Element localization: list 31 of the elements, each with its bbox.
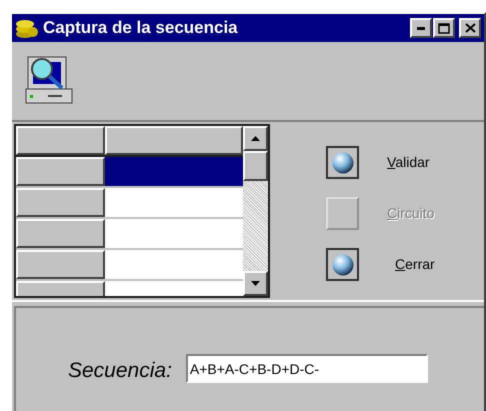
scroll-down-button[interactable] [243,271,268,296]
option-button[interactable] [326,146,359,179]
grid-row[interactable] [16,188,243,219]
down-arrow-icon [251,281,260,286]
grid-row[interactable] [16,250,243,281]
scroll-up-button[interactable] [243,126,268,151]
maximize-button[interactable] [433,18,455,38]
sequence-field[interactable]: A+B+A-C+B-D+D-C- [186,354,428,383]
window-title: Captura de la secuencia [43,17,239,40]
button-label: Validar [387,153,430,172]
up-arrow-icon [251,136,260,141]
scrollbar[interactable] [243,126,268,296]
grid-row[interactable] [16,157,243,188]
button-label: Circuito [387,204,434,223]
scroll-thumb[interactable] [243,151,268,181]
sequence-label: Secuencia: [68,358,172,384]
coins-icon [15,17,39,39]
row-header[interactable] [16,219,105,248]
row-header[interactable] [16,250,105,279]
sphere-icon [332,254,354,276]
close-icon [464,23,476,33]
grid-row[interactable] [16,219,243,250]
row-header[interactable] [16,188,105,217]
sphere-icon [332,152,354,174]
row-header[interactable] [16,157,105,186]
option-button[interactable] [326,248,359,281]
minimize-icon [417,26,425,30]
close-button[interactable] [459,18,481,38]
button-label: Cerrar [395,255,435,274]
maximize-icon [438,22,450,34]
minimize-button[interactable] [410,18,432,38]
